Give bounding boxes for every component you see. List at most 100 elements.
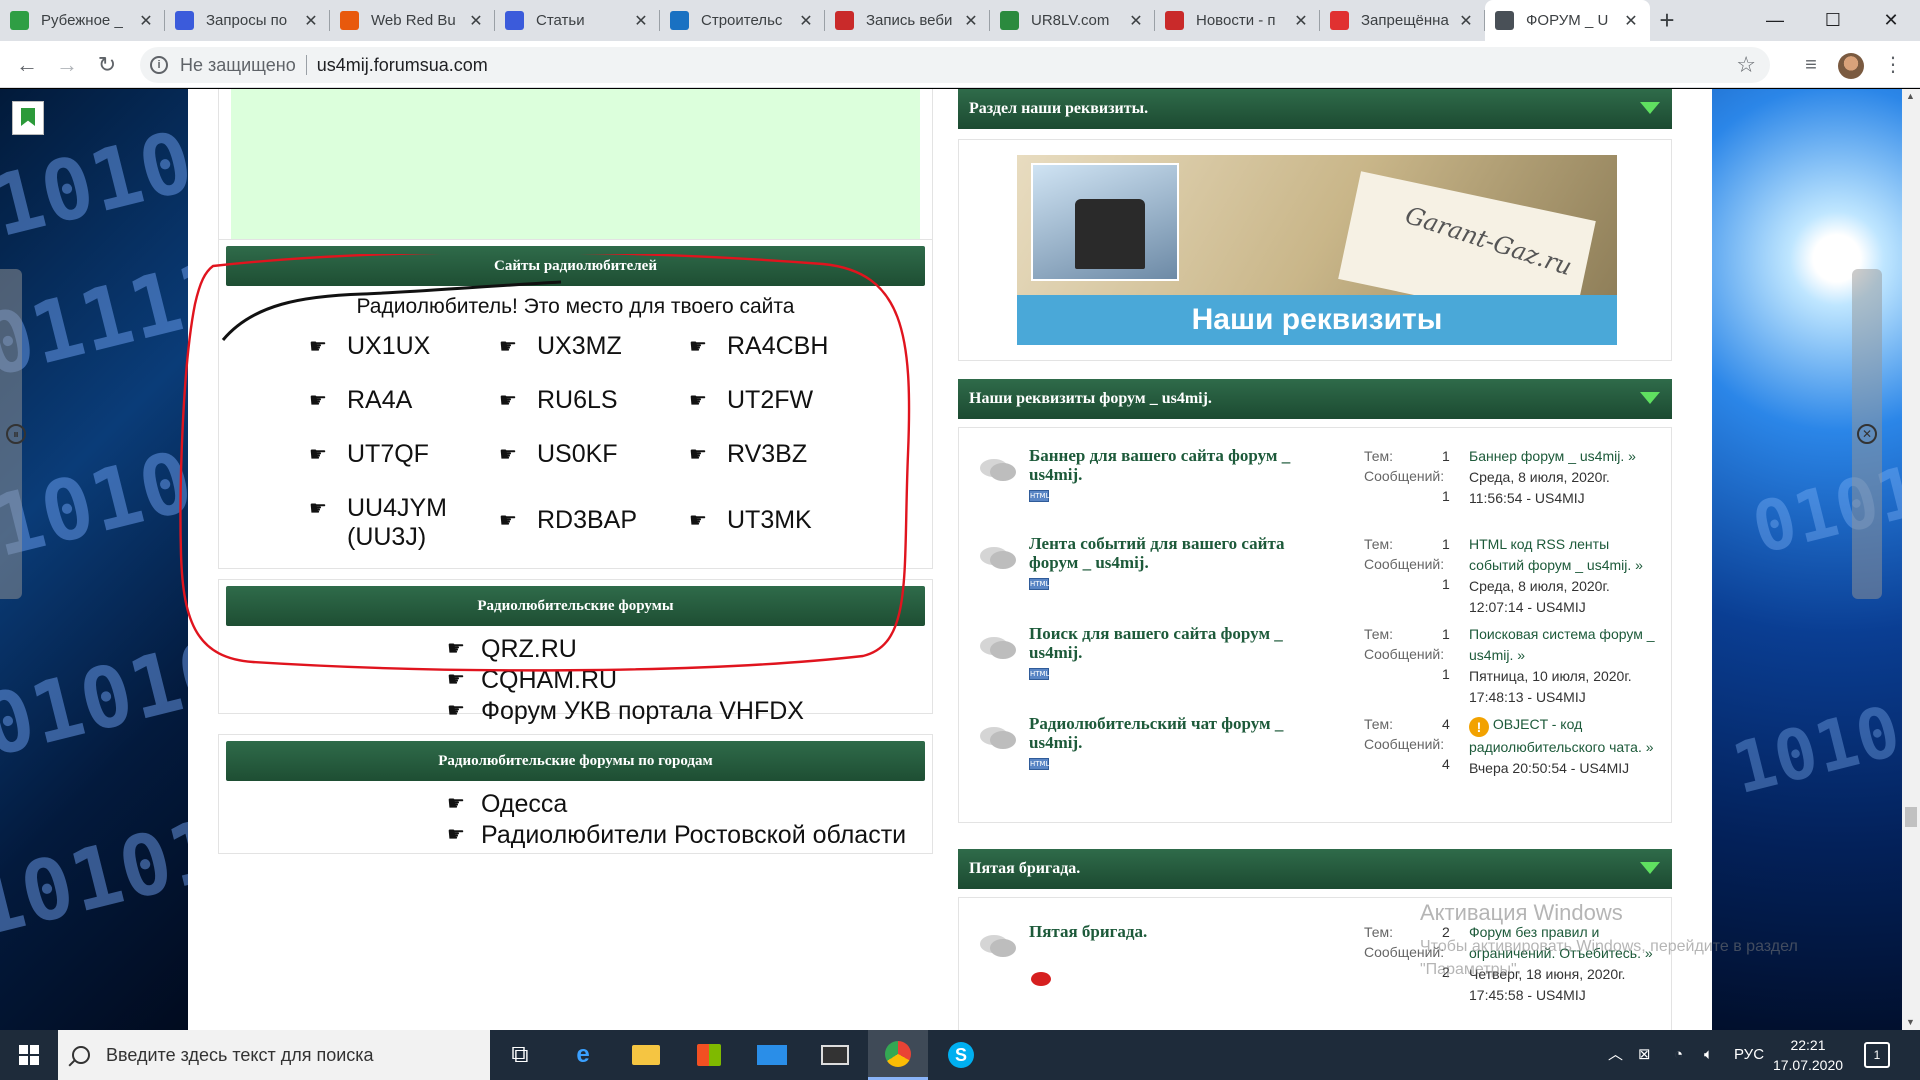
forum-title-link[interactable]: Поиск для вашего сайта форум _ us4mij. (1029, 624, 1329, 662)
forum-link[interactable]: ☛ Радиолюбители Ростовской области (447, 820, 932, 851)
radio-site-link[interactable]: ☛ RD3BAP (499, 506, 637, 535)
network-off-icon[interactable]: ⊠ (1638, 1030, 1651, 1080)
forum-stats: Тем: Сообщений: 1 1 (1364, 624, 1454, 682)
info-icon[interactable]: i (150, 56, 168, 74)
taskbar-search[interactable]: Введите здесь текст для поиска (58, 1030, 490, 1080)
forward-button[interactable]: → (52, 50, 82, 80)
skype-icon[interactable]: S (931, 1030, 991, 1080)
tab-close-icon[interactable]: ✕ (1457, 11, 1475, 31)
new-tab-button[interactable]: + (1652, 6, 1682, 36)
radio-site-link[interactable]: ☛ UX1UX (309, 332, 430, 361)
back-button[interactable]: ← (12, 50, 42, 80)
forum-link[interactable]: ☛ Одесса (447, 789, 932, 820)
language-indicator[interactable]: РУС (1734, 1030, 1764, 1080)
tab-close-icon[interactable]: ✕ (302, 11, 320, 31)
radio-site-link[interactable]: ☛ US0KF (499, 440, 618, 469)
city-forums-header: Радиолюбительские форумы по городам (226, 741, 925, 781)
tab-7[interactable]: UR8LV.com ✕ (990, 0, 1155, 41)
slider-pause-icon[interactable]: ⏸ (6, 424, 26, 444)
tab-10[interactable]: ФОРУМ _ U ✕ (1485, 0, 1650, 41)
reload-button[interactable]: ↻ (92, 50, 122, 80)
notification-center-icon[interactable]: 1 (1864, 1042, 1890, 1068)
tab-2[interactable]: Запросы по ✕ (165, 0, 330, 41)
forum-link[interactable]: ☛ CQHAM.RU (447, 665, 932, 696)
forum-title-link[interactable]: Радиолюбительский чат форум _ us4mij. (1029, 714, 1329, 752)
collapse-triangle-icon[interactable] (1640, 862, 1660, 874)
tab-close-icon[interactable]: ✕ (1622, 11, 1640, 31)
brigade-section-title: Пятая бригада. (969, 860, 1081, 877)
edge-icon[interactable]: e (553, 1030, 613, 1080)
left-slider-handle[interactable]: ⏸ (0, 269, 26, 599)
url-text[interactable]: us4mij.forumsua.com (317, 55, 488, 76)
wifi-icon[interactable]: ◔ (1674, 1030, 1683, 1080)
radio-site-link[interactable]: ☛ UT3MK (689, 506, 812, 535)
close-window-button[interactable]: ✕ (1862, 0, 1920, 41)
task-view-icon[interactable]: ⧉ (490, 1030, 550, 1080)
forum-title-link[interactable]: Пятая бригада. (1029, 922, 1329, 941)
bookmark-star-icon[interactable]: ☆ (1736, 52, 1756, 78)
forum-section-header[interactable]: Наши реквизиты форум _ us4mij. (958, 379, 1672, 419)
rekv-section-header[interactable]: Раздел наши реквизиты. (958, 89, 1672, 129)
start-button[interactable] (0, 1030, 58, 1080)
tab-close-icon[interactable]: ✕ (467, 11, 485, 31)
radio-site-link[interactable]: ☛ RU6LS (499, 386, 618, 415)
page-scrollbar[interactable]: ▲ ▼ (1902, 89, 1920, 1030)
terminal-icon[interactable] (805, 1030, 865, 1080)
rekv-banner-image[interactable]: Garant-Gaz.ru Наши реквизиты (1017, 155, 1617, 345)
maximize-button[interactable]: ☐ (1804, 0, 1862, 41)
radio-site-link[interactable]: ☛ RV3BZ (689, 440, 807, 469)
last-post-link[interactable]: Поисковая система форум _ us4mij. » (1469, 626, 1655, 663)
profile-avatar[interactable] (1838, 53, 1864, 79)
last-post-link[interactable]: OBJECT - код радиолюбительского чата. » (1469, 716, 1654, 755)
media-controls-icon[interactable]: ≡ (1796, 50, 1826, 80)
menu-kebab-icon[interactable]: ⋮ (1878, 50, 1908, 80)
mail-icon[interactable] (742, 1030, 802, 1080)
tab-close-icon[interactable]: ✕ (797, 11, 815, 31)
tab-5[interactable]: Строительс ✕ (660, 0, 825, 41)
collapse-triangle-icon[interactable] (1640, 102, 1660, 114)
file-explorer-icon[interactable] (616, 1030, 676, 1080)
tab-close-icon[interactable]: ✕ (962, 11, 980, 31)
address-bar[interactable]: i Не защищено us4mij.forumsua.com ☆ (140, 47, 1770, 83)
chrome-icon[interactable] (868, 1030, 928, 1080)
right-slider-handle[interactable]: ✕ (1852, 269, 1882, 599)
scroll-down-icon[interactable]: ▼ (1906, 1017, 1915, 1027)
store-icon[interactable] (679, 1030, 739, 1080)
tab-close-icon[interactable]: ✕ (1292, 11, 1310, 31)
tab-3[interactable]: Web Red Bu ✕ (330, 0, 495, 41)
radio-site-link[interactable]: ☛ UT7QF (309, 440, 429, 469)
tab-close-icon[interactable]: ✕ (632, 11, 650, 31)
tab-close-icon[interactable]: ✕ (137, 11, 155, 31)
lips-icon (1031, 972, 1051, 986)
radio-site-link[interactable]: ☛ RA4CBH (689, 332, 828, 361)
radio-site-link[interactable]: ☛ UU4JYM (UU3J) (309, 494, 469, 552)
tab-4[interactable]: Статьи ✕ (495, 0, 660, 41)
forum-link[interactable]: ☛ Форум УКВ портала VHFDX (447, 696, 932, 727)
antenna-icon (1000, 11, 1019, 30)
last-post-link[interactable]: HTML код RSS ленты событий форум _ us4mi… (1469, 536, 1643, 573)
scrollbar-thumb[interactable] (1905, 807, 1917, 827)
brigade-section-header[interactable]: Пятая бригада. (958, 849, 1672, 889)
radio-site-link[interactable]: ☛ UX3MZ (499, 332, 622, 361)
taskbar-clock[interactable]: 22:21 17.07.2020 (1768, 1035, 1848, 1075)
tab-6[interactable]: Запись веби ✕ (825, 0, 990, 41)
tab-8[interactable]: Новости - п ✕ (1155, 0, 1320, 41)
radio-site-link[interactable]: ☛ UT2FW (689, 386, 813, 415)
scroll-up-icon[interactable]: ▲ (1906, 91, 1915, 101)
right-background: 0101 1010 ✕ (1712, 89, 1920, 1030)
tray-chevron-icon[interactable]: ︿ (1608, 1030, 1623, 1080)
last-post-link[interactable]: Баннер форум _ us4mij. » (1469, 448, 1636, 464)
slider-close-icon[interactable]: ✕ (1857, 424, 1877, 444)
collapse-triangle-icon[interactable] (1640, 392, 1660, 404)
tab-1[interactable]: Рубежное _ ✕ (0, 0, 165, 41)
tab-9[interactable]: Запрещённа ✕ (1320, 0, 1485, 41)
forum-title-link[interactable]: Лента событий для вашего сайта форум _ u… (1029, 534, 1329, 572)
radio-site-link[interactable]: ☛ RA4A (309, 386, 412, 415)
minimize-button[interactable]: — (1746, 0, 1804, 41)
volume-icon[interactable]: 🔈︎ (1704, 1030, 1713, 1080)
bookmark-widget[interactable] (12, 101, 44, 135)
forum-title-link[interactable]: Баннер для вашего сайта форум _ us4mij. (1029, 446, 1329, 484)
tab-close-icon[interactable]: ✕ (1127, 11, 1145, 31)
left-column: Сайты радиолюбителей Радиолюбитель! Это … (179, 89, 958, 1030)
forum-link[interactable]: ☛ QRZ.RU (447, 634, 932, 665)
